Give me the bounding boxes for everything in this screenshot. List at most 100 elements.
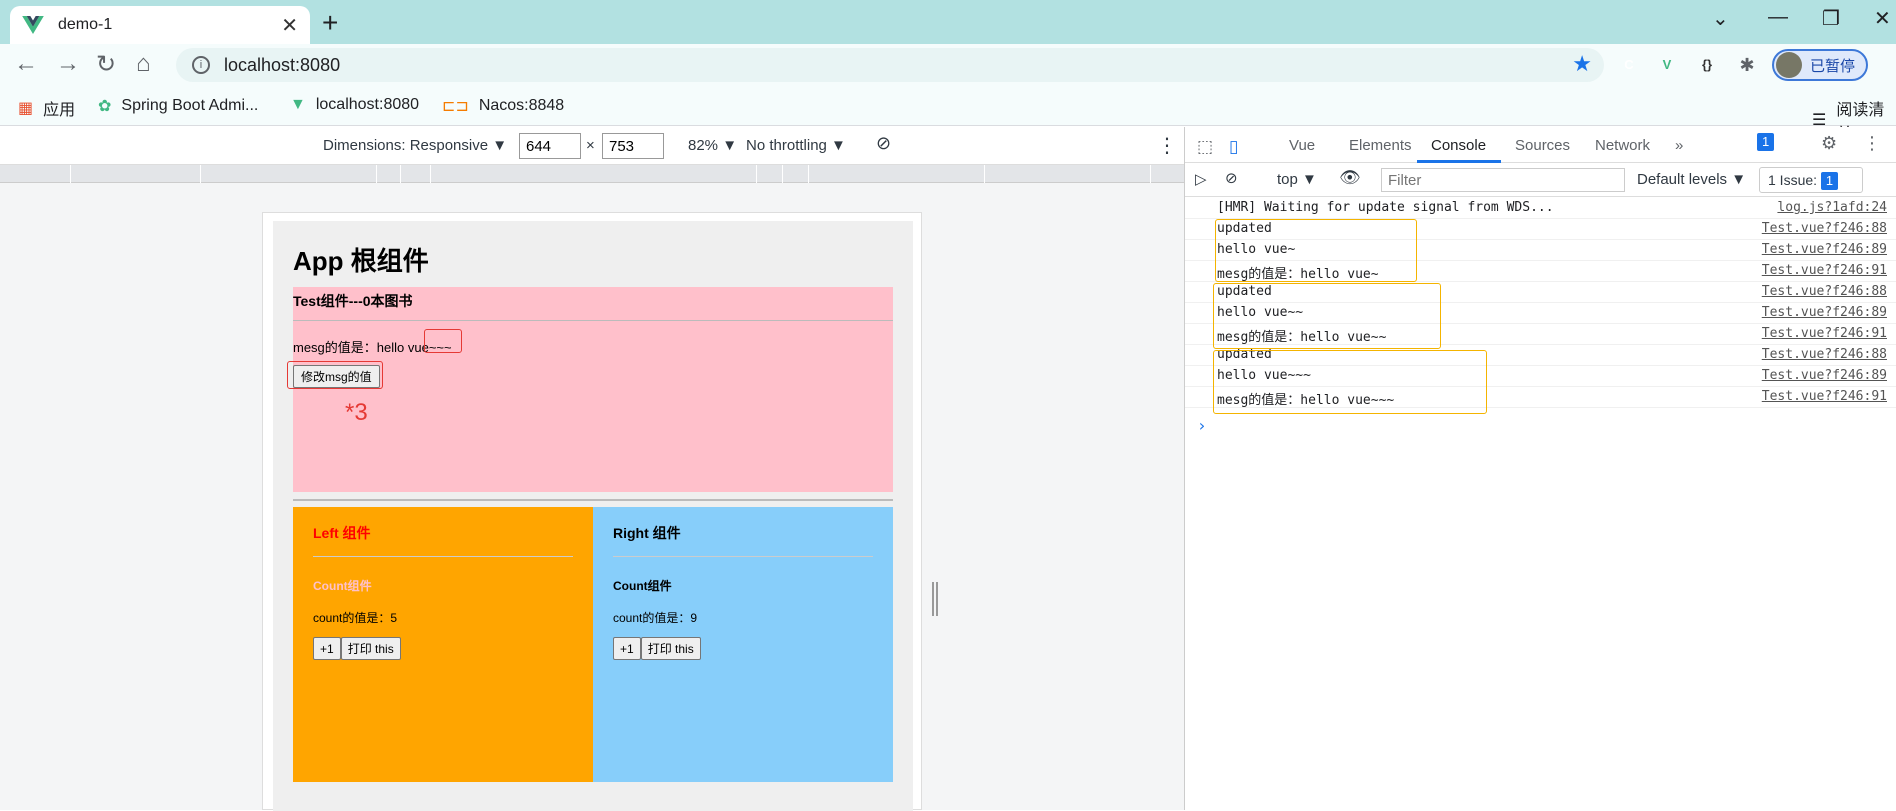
source-link[interactable]: Test.vue?f246:91 (1762, 389, 1887, 404)
annotation-times-three: *3 (345, 399, 368, 426)
height-input[interactable] (602, 133, 664, 159)
app-root: App 根组件 Test组件---0本图书 mesg的值是：hello vue~… (273, 221, 913, 811)
count-buttons: +1 打印 this (313, 637, 401, 660)
apps-grid-icon: ▦ (18, 100, 34, 117)
zoom-select[interactable]: 82% ▼ (688, 137, 737, 154)
issues-button[interactable]: 1 Issue: 1 (1759, 167, 1863, 193)
reload-icon[interactable]: ↻ (96, 50, 116, 79)
settings-gear-icon[interactable]: ⚙ (1821, 133, 1837, 154)
address-bar[interactable]: i localhost:8080 ★ (176, 48, 1604, 82)
vue-devtools-extension-icon[interactable]: V (1656, 54, 1678, 76)
tab-strip: demo-1 ✕ + ⌄ — ❐ ✕ (0, 0, 1896, 44)
context-select[interactable]: top ▼ (1277, 171, 1317, 188)
tab-title: demo-1 (58, 16, 113, 33)
annotation-box-button (287, 361, 383, 389)
plus-one-button[interactable]: +1 (613, 637, 641, 660)
device-toolbar: Dimensions: Responsive ▼ × 82% ▼ No thro… (0, 127, 1184, 165)
live-expression-eye-icon[interactable]: 👁 (1339, 168, 1361, 188)
more-options-icon[interactable]: ⋮ (1157, 133, 1177, 158)
maximize-button[interactable]: ❐ (1822, 6, 1840, 31)
home-icon[interactable]: ⌂ (136, 50, 151, 78)
test-title: Test组件---0本图书 (293, 293, 413, 309)
source-link[interactable]: Test.vue?f246:91 (1762, 263, 1887, 278)
emulated-viewport: Dimensions: Responsive ▼ × 82% ▼ No thro… (0, 127, 1184, 811)
tab-search-icon[interactable]: ⌄ (1712, 6, 1729, 31)
tab-vue[interactable]: Vue (1289, 137, 1315, 154)
width-input[interactable] (519, 133, 581, 159)
browser-tab[interactable]: demo-1 ✕ (10, 6, 310, 44)
bookmark-nacos[interactable]: ⊏⊐ Nacos:8848 (442, 96, 564, 116)
back-icon[interactable]: ← (14, 50, 38, 78)
console-output: [HMR] Waiting for update signal from WDS… (1185, 198, 1896, 435)
inspect-icon[interactable]: ⬚ (1197, 137, 1213, 157)
device-toggle-icon[interactable]: ▯ (1229, 137, 1238, 157)
count-value: count的值是：9 (613, 611, 698, 625)
right-title: Right 组件 (613, 525, 681, 541)
annotation-box-group-2 (1213, 283, 1441, 349)
divider (313, 556, 573, 557)
browser-toolbar: ← → ↻ ⌂ i localhost:8080 ★ C V {} ✱ 已暂停 (0, 44, 1896, 86)
source-link[interactable]: Test.vue?f246:89 (1762, 242, 1887, 257)
divider (613, 556, 873, 557)
forward-icon[interactable]: → (56, 50, 80, 78)
count-component-title: Count组件 (313, 579, 372, 593)
new-tab-button[interactable]: + (322, 7, 338, 39)
tab-network[interactable]: Network (1595, 137, 1650, 154)
source-link[interactable]: Test.vue?f246:88 (1762, 347, 1887, 362)
source-link[interactable]: Test.vue?f246:91 (1762, 326, 1887, 341)
extension-c-icon[interactable]: C (1618, 54, 1640, 76)
avatar (1776, 52, 1802, 78)
more-tabs-icon[interactable]: » (1675, 137, 1683, 154)
clear-console-icon[interactable]: ⊘ (1225, 169, 1238, 187)
filter-input[interactable] (1381, 168, 1625, 192)
test-component: Test组件---0本图书 mesg的值是：hello vue~~~ 修改msg… (287, 287, 893, 492)
dimensions-select[interactable]: Dimensions: Responsive ▼ (323, 137, 507, 154)
count-value: count的值是：5 (313, 611, 398, 625)
tab-console[interactable]: Console (1431, 137, 1486, 154)
log-levels-select[interactable]: Default levels ▼ (1637, 171, 1746, 188)
rotate-icon[interactable]: ⊘ (876, 133, 891, 154)
source-link[interactable]: Test.vue?f246:89 (1762, 368, 1887, 383)
console-prompt[interactable]: › (1197, 416, 1207, 435)
plus-one-button[interactable]: +1 (313, 637, 341, 660)
resize-handle[interactable] (932, 582, 938, 616)
console-toolbar: ▷ ⊘ top ▼ 👁 Default levels ▼ 1 Issue: 1 (1185, 163, 1896, 197)
sidebar-toggle-icon[interactable]: ▷ (1195, 170, 1207, 188)
devtools-menu-icon[interactable]: ⋮ (1863, 133, 1881, 154)
address-url: localhost:8080 (224, 54, 341, 75)
vue-logo-icon (22, 16, 44, 34)
site-info-icon[interactable]: i (192, 56, 210, 74)
profile-button[interactable]: 已暂停 (1772, 49, 1868, 81)
tab-elements[interactable]: Elements (1349, 137, 1412, 154)
media-query-ruler[interactable] (0, 165, 1184, 183)
nacos-icon: ⊏⊐ (442, 98, 469, 115)
extensions-puzzle-icon[interactable]: ✱ (1736, 54, 1758, 76)
bookmark-spring-boot-admin[interactable]: ✿ Spring Boot Admi... (98, 96, 258, 116)
page-frame: App 根组件 Test组件---0本图书 mesg的值是：hello vue~… (262, 212, 922, 811)
bookmarks-bar: ▦ 应用 ✿ Spring Boot Admi... ▼ localhost:8… (0, 86, 1896, 143)
devtools-tabs: ⬚ ▯ Vue Elements Console Sources Network… (1185, 127, 1896, 163)
count-component-title: Count组件 (613, 579, 672, 593)
vue-icon: ▼ (290, 96, 306, 113)
tab-close-icon[interactable]: ✕ (281, 13, 298, 38)
print-this-button[interactable]: 打印 this (640, 637, 701, 660)
source-link[interactable]: Test.vue?f246:88 (1762, 284, 1887, 299)
devtools-panel: ⬚ ▯ Vue Elements Console Sources Network… (1184, 127, 1896, 810)
spring-admin-icon: ✿ (98, 98, 112, 115)
print-this-button[interactable]: 打印 this (340, 637, 401, 660)
close-window-button[interactable]: ✕ (1874, 6, 1891, 31)
minimize-button[interactable]: — (1768, 6, 1788, 29)
profile-label: 已暂停 (1810, 57, 1856, 75)
bookmark-star-icon[interactable]: ★ (1572, 51, 1592, 77)
divider (293, 499, 893, 501)
source-link[interactable]: Test.vue?f246:89 (1762, 305, 1887, 320)
json-extension-icon[interactable]: {} (1696, 54, 1718, 76)
bookmark-apps[interactable]: ▦ 应用 (18, 96, 75, 120)
bookmark-localhost[interactable]: ▼ localhost:8080 (290, 96, 419, 114)
throttling-select[interactable]: No throttling ▼ (746, 137, 846, 154)
messages-badge[interactable]: 1 (1757, 133, 1775, 151)
app-title: App 根组件 (293, 246, 429, 276)
source-link[interactable]: log.js?1afd:24 (1777, 200, 1887, 215)
source-link[interactable]: Test.vue?f246:88 (1762, 221, 1887, 236)
tab-sources[interactable]: Sources (1515, 137, 1570, 154)
